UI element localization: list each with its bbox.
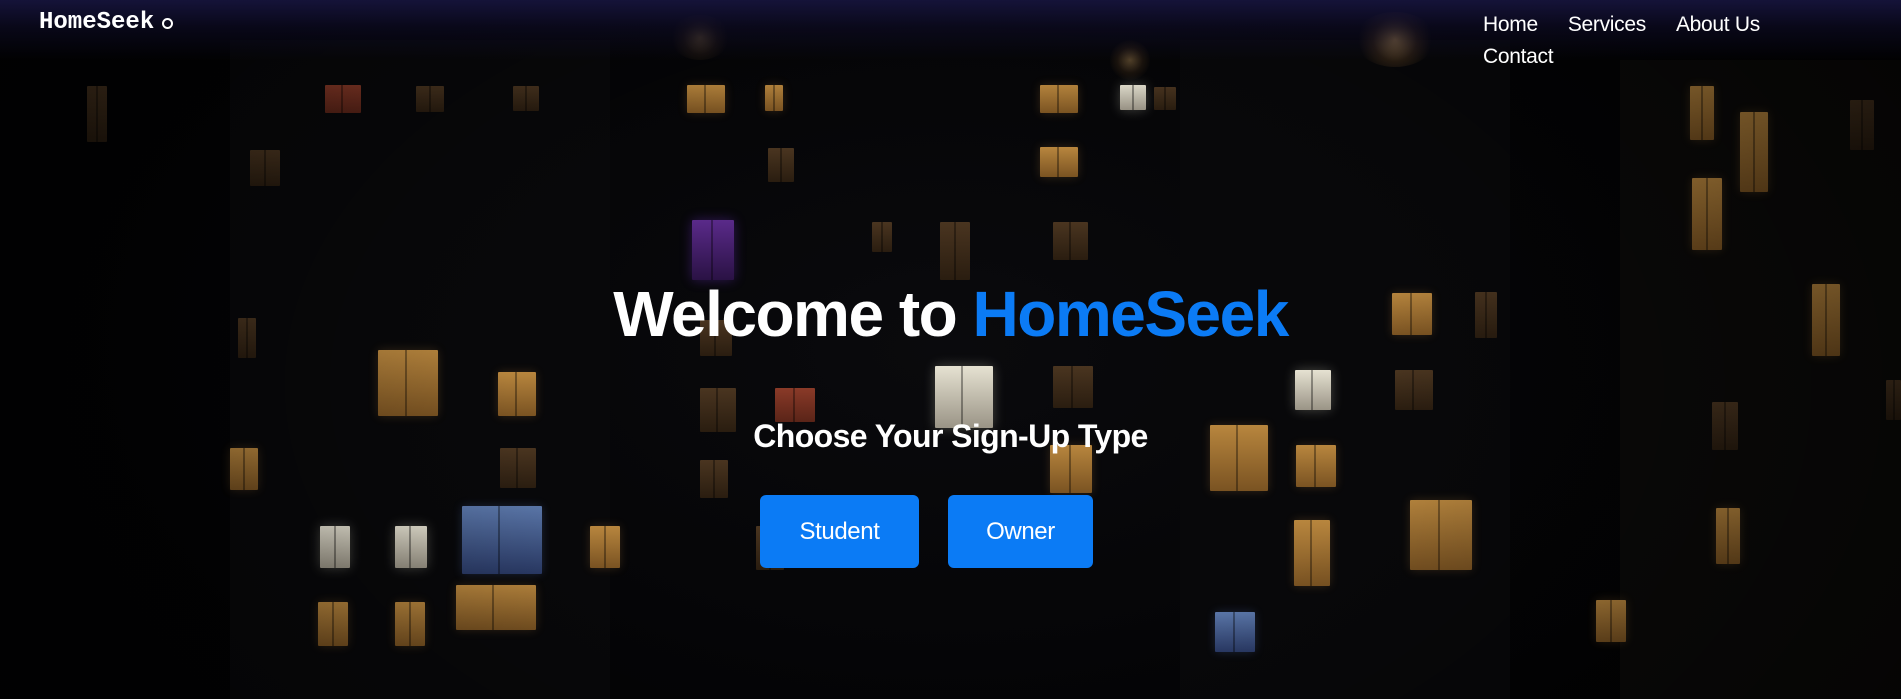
signup-type-heading: Choose Your Sign-Up Type	[753, 418, 1148, 454]
brand-logo[interactable]: HomeSeek	[39, 9, 174, 36]
nav-link-home[interactable]: Home	[1483, 12, 1538, 38]
ring-icon	[162, 18, 174, 29]
site-header: HomeSeek Home Services About Us Contact	[0, 0, 1901, 68]
hero-section: Welcome to HomeSeek Choose Your Sign-Up …	[0, 0, 1901, 699]
hero-title-prefix: Welcome to	[613, 278, 958, 350]
nav-link-contact[interactable]: Contact	[1483, 44, 1554, 70]
hero-title-accent: HomeSeek	[972, 278, 1290, 350]
owner-signup-button[interactable]: Owner	[948, 495, 1093, 568]
hero-title: Welcome to HomeSeek	[0, 278, 1901, 350]
main-nav: Home Services About Us Contact	[1483, 12, 1803, 70]
signup-button-group: Student Owner	[0, 495, 1901, 568]
nav-link-about-us[interactable]: About Us	[1676, 12, 1760, 38]
brand-name: HomeSeek	[39, 9, 155, 36]
nav-link-services[interactable]: Services	[1568, 12, 1646, 38]
page: HomeSeek Home Services About Us Contact …	[0, 0, 1901, 699]
student-signup-button[interactable]: Student	[760, 495, 919, 568]
